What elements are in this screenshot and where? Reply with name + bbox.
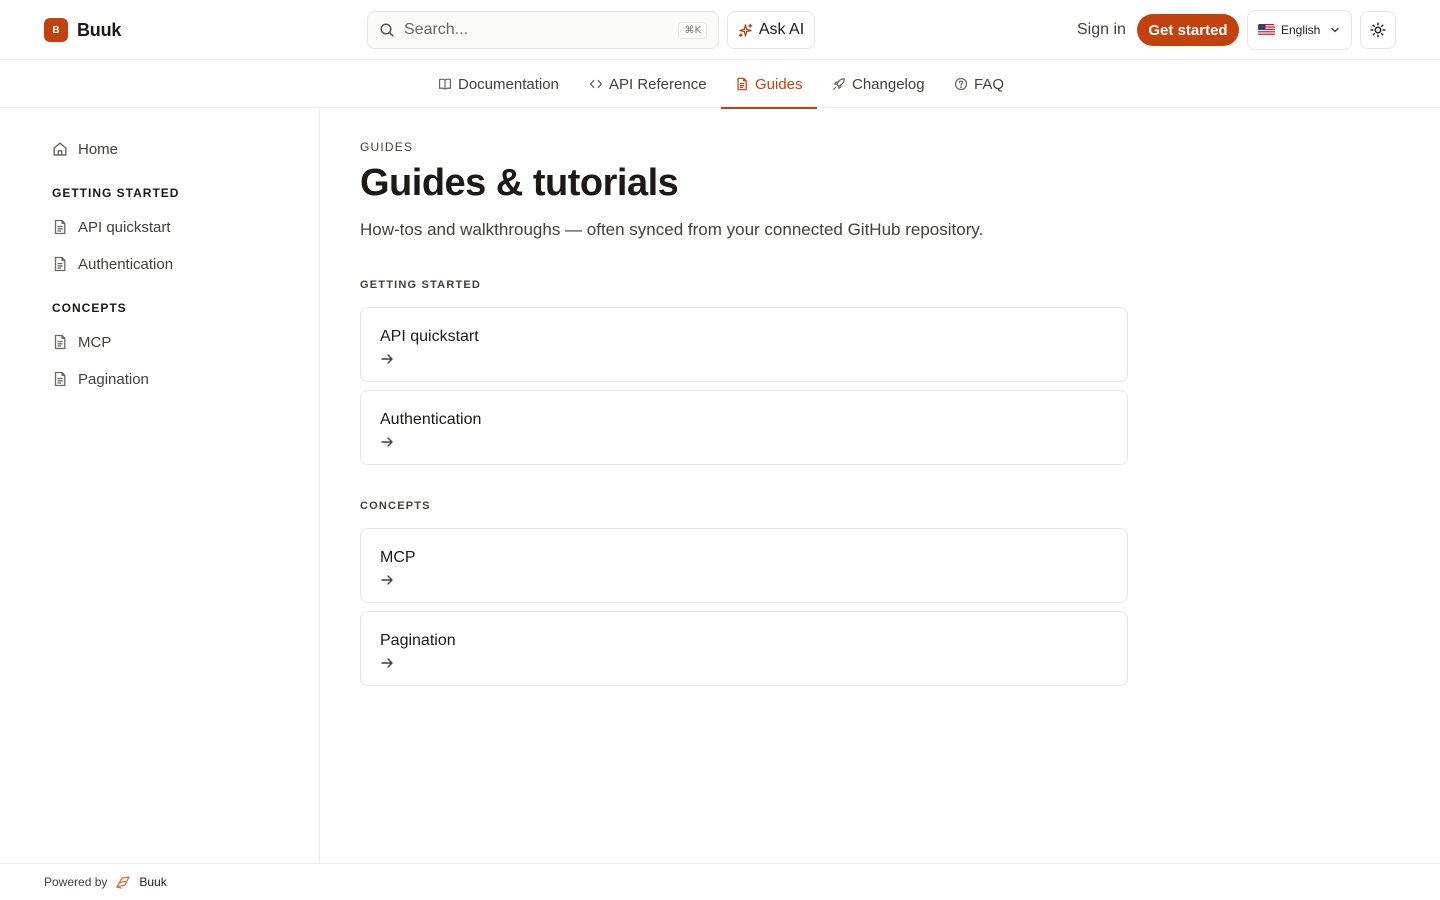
buuk-logo-icon[interactable] [115,874,131,890]
guide-card-authentication[interactable]: Authentication [360,390,1128,465]
arrow-right-icon [380,435,394,449]
search-shortcut-badge: ⌘K [678,21,707,39]
sidebar-item-label: Home [78,140,119,158]
tab-bar: Documentation API Reference Guides Chang… [0,60,1440,109]
file-icon [52,334,68,350]
sidebar-item-mcp[interactable]: MCP [52,330,111,354]
page-title: Guides & tutorials [360,162,679,204]
sidebar-section-title: CONCEPTS [52,301,127,315]
tab-label: API Reference [609,75,707,93]
section-title-concepts: CONCEPTS [360,500,431,512]
sidebar-item-home[interactable]: Home [52,137,118,161]
book-icon [438,77,452,91]
card-title: API quickstart [380,328,479,345]
language-select[interactable]: English [1247,10,1352,50]
theme-toggle-button[interactable] [1360,11,1396,49]
sidebar-item-label: API quickstart [78,218,171,236]
sidebar-section-title: GETTING STARTED [52,186,180,200]
footer: Powered by Buuk [0,863,1440,900]
tab-changelog[interactable]: Changelog [832,60,925,108]
sign-in-link[interactable]: Sign in [1077,19,1126,41]
help-circle-icon [954,77,968,91]
code-icon [589,77,603,91]
page-description: How-tos and walkthroughs — often synced … [360,220,984,239]
section-title-getting-started: GETTING STARTED [360,279,482,291]
file-icon [52,219,68,235]
file-icon [735,77,749,91]
brand-link[interactable]: B Buuk [44,18,121,42]
top-header: B Buuk Search... ⌘K Ask AI Sign in Get s… [0,0,1440,60]
page-eyebrow: GUIDES [360,140,414,154]
guide-card-pagination[interactable]: Pagination [360,611,1128,686]
sidebar-item-pagination[interactable]: Pagination [52,367,149,391]
tab-label: Documentation [458,75,559,93]
tab-label: Changelog [852,75,925,93]
tab-label: Guides [755,75,803,93]
guide-card-mcp[interactable]: MCP [360,528,1128,603]
sidebar-item-label: MCP [78,333,112,351]
sidebar-item-api-quickstart[interactable]: API quickstart [52,215,171,239]
tab-faq[interactable]: FAQ [954,60,1004,108]
us-flag-icon [1258,24,1275,36]
arrow-right-icon [380,352,394,366]
search-input[interactable]: Search... ⌘K [367,11,719,49]
sidebar-item-authentication[interactable]: Authentication [52,252,173,276]
guide-card-api-quickstart[interactable]: API quickstart [360,307,1128,382]
chevron-down-icon [1329,24,1341,36]
get-started-button[interactable]: Get started [1137,14,1239,46]
tab-label: FAQ [974,75,1005,93]
language-label: English [1281,23,1321,37]
sidebar-item-label: Authentication [78,255,174,273]
brand-logo: B [44,18,68,42]
tab-guides[interactable]: Guides [721,60,816,109]
ask-ai-label: Ask AI [758,21,805,38]
search-icon [379,22,395,38]
brand-name: Buuk [77,19,122,40]
file-icon [52,256,68,272]
sidebar-item-label: Pagination [78,370,149,388]
file-icon [52,371,68,387]
home-icon [52,141,68,157]
rocket-icon [832,77,846,91]
arrow-right-icon [380,573,394,587]
sidebar: Home GETTING STARTED API quickstart Auth… [0,108,320,863]
card-title: MCP [380,549,416,566]
tab-api-reference[interactable]: API Reference [589,60,707,108]
ask-ai-button[interactable]: Ask AI [727,11,815,49]
arrow-right-icon [380,656,394,670]
sun-icon [1370,22,1386,38]
search-placeholder: Search... [404,21,469,38]
tab-documentation[interactable]: Documentation [438,60,559,108]
card-title: Pagination [380,632,456,649]
powered-by-label: Powered by [44,875,108,889]
sparkles-icon [738,23,753,38]
card-title: Authentication [380,411,482,428]
footer-brand-link[interactable]: Buuk [139,875,166,889]
